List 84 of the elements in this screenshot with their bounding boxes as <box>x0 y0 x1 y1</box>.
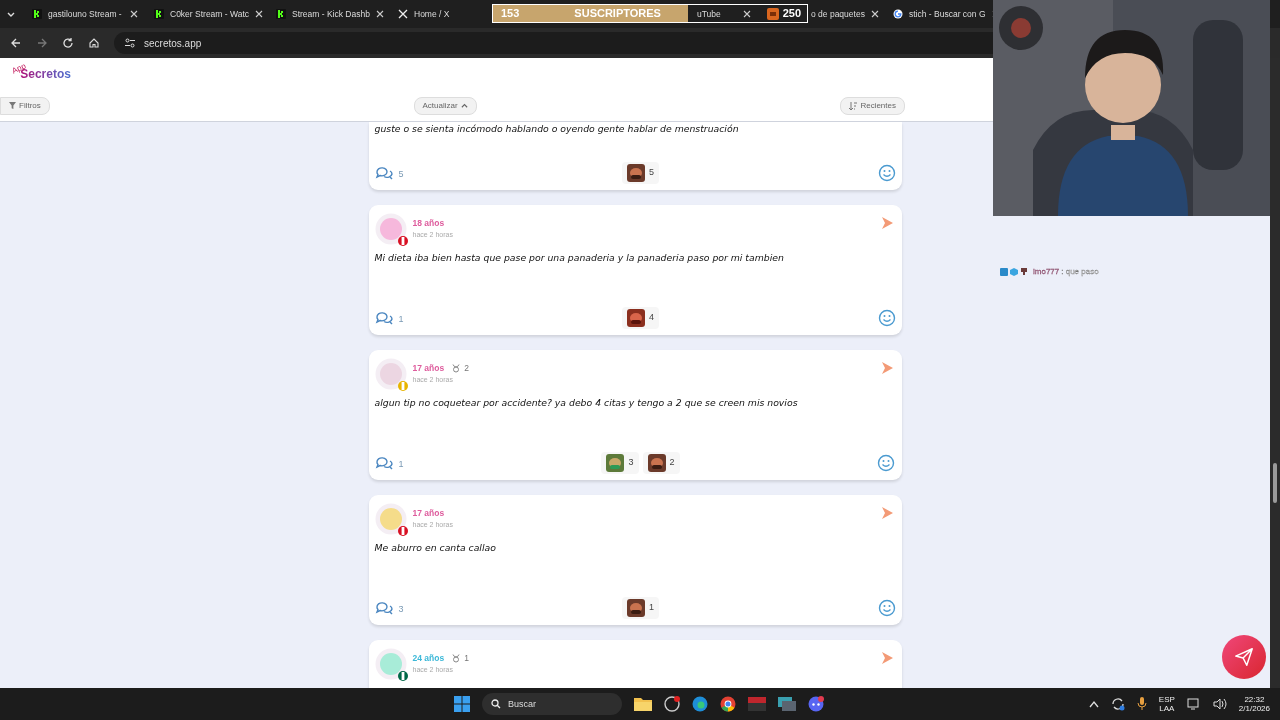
comment-count: 1 <box>398 312 404 326</box>
window-icon[interactable] <box>778 697 796 711</box>
address-field[interactable]: secretos.app <box>144 35 202 51</box>
search-icon <box>491 699 501 709</box>
chrome-icon[interactable] <box>720 696 736 712</box>
browser-tab[interactable]: stich - Buscar con G <box>909 7 986 21</box>
kick-icon <box>276 9 286 19</box>
sign-count: 1 <box>464 652 469 665</box>
comments-icon[interactable] <box>374 455 395 471</box>
filter-icon <box>9 102 16 109</box>
caret-icon <box>460 103 468 108</box>
comment-count: 5 <box>398 167 404 181</box>
obs-icon[interactable] <box>664 696 680 712</box>
start-icon[interactable] <box>454 696 470 712</box>
sort-icon <box>849 101 858 110</box>
subscriber-count: 153 <box>501 6 520 22</box>
back-icon[interactable] <box>10 37 22 49</box>
kick-icon <box>154 9 164 19</box>
browser-tab[interactable]: gastilouno Stream - <box>48 7 124 21</box>
chat-message: : que paso <box>1061 266 1099 278</box>
x-logo-icon <box>398 9 408 19</box>
age-label: 18 años <box>412 217 445 230</box>
browser-tab[interactable]: uTube <box>697 7 737 21</box>
close-icon[interactable] <box>870 10 879 18</box>
network-icon[interactable] <box>1186 698 1201 710</box>
browser-tab[interactable]: o de paquetes <box>811 7 865 21</box>
reaction-chip[interactable]: 2 <box>642 452 680 474</box>
edge-icon[interactable] <box>692 696 708 712</box>
comment-count: 3 <box>398 602 404 616</box>
browser-tab[interactable]: C0ker Stream - Watc <box>170 7 250 21</box>
comments-icon[interactable] <box>374 600 395 616</box>
goal-label: SUSCRIPTORES <box>574 6 661 22</box>
cube-icon <box>1010 268 1018 276</box>
age-label: 17 años <box>412 362 445 375</box>
folder-icon[interactable] <box>634 696 652 712</box>
reaction-chip[interactable]: 1 <box>622 597 659 619</box>
reaction-chip[interactable]: 4 <box>622 307 659 329</box>
volume-icon[interactable] <box>1212 698 1227 710</box>
taurus-icon <box>452 363 461 373</box>
chat-username: lmo777 <box>1033 266 1060 278</box>
scrollbar[interactable] <box>1270 58 1280 688</box>
site-info-icon[interactable] <box>124 37 136 49</box>
sync-icon[interactable] <box>1110 697 1125 711</box>
age-label: 24 años <box>412 652 445 665</box>
smiley-icon[interactable] <box>877 164 896 182</box>
post-text: Mi dieta iba bien hasta que pase por una panaderia y la panaderia paso por mi tambien <box>374 251 785 265</box>
sign-count: 2 <box>464 362 469 375</box>
browser-tab[interactable]: Stream - Kick Dashb <box>292 7 370 21</box>
sort-button[interactable]: Recientes <box>840 96 905 115</box>
send-icon <box>1233 646 1255 668</box>
microphone-icon[interactable] <box>1136 697 1147 711</box>
comments-icon[interactable] <box>374 165 395 181</box>
taurus-icon <box>452 653 461 663</box>
refresh-button[interactable]: Actualizar <box>413 96 477 115</box>
compose-button[interactable] <box>1222 635 1266 679</box>
badge-icon <box>1000 268 1008 276</box>
clock[interactable]: 22:32 2/1/2026 <box>1238 694 1270 714</box>
reaction-chip[interactable]: 5 <box>622 162 659 184</box>
close-icon[interactable] <box>130 10 138 18</box>
post-text: algun tip no coquetear por accidente? ya debo 4 citas y tengo a 2 que se creen mis novios <box>374 396 799 410</box>
cup-icon <box>1020 268 1028 276</box>
discord-icon[interactable] <box>808 696 824 712</box>
forward-icon[interactable] <box>36 37 48 49</box>
post-text: Me aburro en canta callao <box>374 541 497 555</box>
close-icon[interactable] <box>743 10 751 18</box>
post-text: guste o se sienta incómodo hablando o oyendo gente hablar de menstruación <box>374 122 740 136</box>
close-icon[interactable] <box>255 10 264 18</box>
reload-icon[interactable] <box>62 37 74 49</box>
age-label: 17 años <box>412 507 445 520</box>
smiley-icon[interactable] <box>877 454 896 472</box>
reaction-chip[interactable]: 3 <box>601 452 639 474</box>
kick-icon <box>32 9 42 19</box>
comments-icon[interactable] <box>374 310 395 326</box>
smiley-icon[interactable] <box>877 309 896 327</box>
google-icon <box>893 9 903 19</box>
goal-count: 250 <box>782 6 801 22</box>
filter-button[interactable]: Filtros <box>0 96 50 115</box>
language-indicator[interactable]: ESP LAA <box>1158 694 1175 714</box>
comment-count: 1 <box>398 457 404 471</box>
close-icon[interactable] <box>375 10 384 18</box>
smiley-icon[interactable] <box>877 599 896 617</box>
chevron-up-icon[interactable] <box>1088 700 1099 708</box>
search-field[interactable]: Buscar <box>482 693 622 715</box>
home-icon[interactable] <box>88 37 100 49</box>
